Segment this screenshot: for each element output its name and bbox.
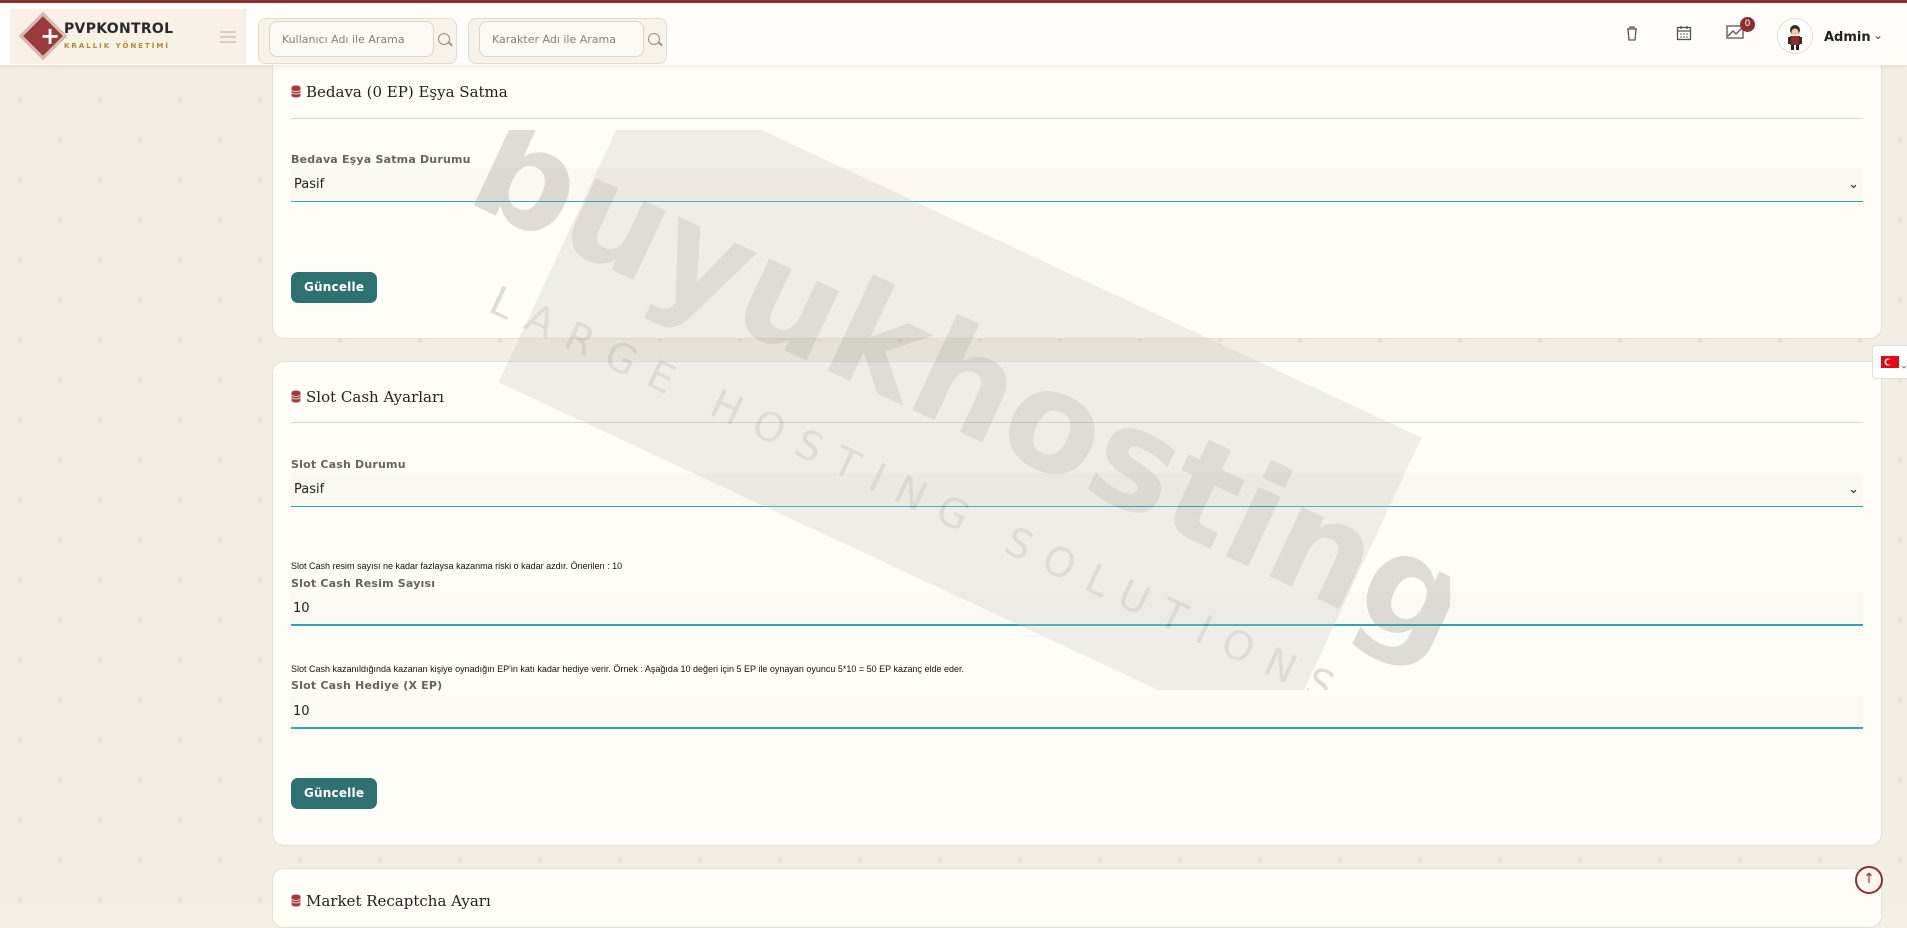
section-title: Slot Cash Ayarları — [291, 388, 444, 406]
database-icon — [291, 85, 301, 98]
top-navbar: + PVPKONTROL KRALLIK YÖNETİMİ Kullanıcı … — [0, 0, 1907, 65]
field-label: Bedava Eşya Satma Durumu — [291, 153, 471, 166]
menu-toggle-icon[interactable] — [220, 31, 236, 43]
update-button[interactable]: Güncelle — [291, 778, 378, 809]
slot-cash-card: Slot Cash Ayarları Slot Cash Durumu Pasi… — [272, 361, 1882, 846]
select-value: Pasif — [294, 177, 325, 192]
field-label: Slot Cash Hediye (X EP) — [291, 679, 443, 692]
section-title-text: Slot Cash Ayarları — [306, 388, 444, 406]
slot-cash-image-count-input[interactable]: 10 — [291, 592, 1863, 626]
hint-text: Slot Cash resim sayısı ne kadar fazlaysa… — [291, 561, 623, 571]
chevron-down-icon: ⌄ — [1848, 177, 1859, 192]
brand-area[interactable]: + PVPKONTROL KRALLIK YÖNETİMİ — [10, 9, 246, 64]
arrow-up-icon[interactable]: ↑ — [1855, 866, 1883, 894]
username-search-input[interactable]: Kullanıcı Adı ile Arama — [269, 21, 434, 57]
slot-cash-status-select[interactable]: Pasif ⌄ — [291, 473, 1863, 507]
chevron-down-icon: ⌄ — [1848, 482, 1859, 497]
field-label: Slot Cash Durumu — [291, 458, 406, 471]
calendar-icon[interactable] — [1675, 25, 1693, 43]
character-search-box: Karakter Adı ile Arama — [468, 18, 667, 64]
username-search-box: Kullanıcı Adı ile Arama — [258, 18, 457, 64]
language-switcher[interactable] — [1872, 345, 1907, 379]
update-button[interactable]: Güncelle — [291, 272, 378, 303]
chevron-down-icon[interactable]: ⌄ — [1873, 28, 1883, 42]
section-title-text: Bedava (0 EP) Eşya Satma — [306, 83, 508, 101]
slot-cash-gift-input[interactable]: 10 — [291, 695, 1863, 729]
flag-tr-icon — [1881, 356, 1907, 369]
brand-subtitle: KRALLIK YÖNETİMİ — [64, 42, 170, 50]
market-recaptcha-card: Market Recaptcha Ayarı — [272, 868, 1882, 928]
divider — [291, 422, 1863, 423]
section-title: Bedava (0 EP) Eşya Satma — [291, 83, 508, 101]
free-sell-status-select[interactable]: Pasif ⌄ — [291, 168, 1863, 202]
search-icon[interactable] — [648, 33, 660, 45]
trash-icon[interactable] — [1623, 25, 1641, 43]
search-icon[interactable] — [438, 33, 450, 45]
select-value: Pasif — [294, 482, 325, 497]
notification-badge: 0 — [1740, 17, 1755, 32]
divider — [291, 118, 1863, 119]
section-title: Market Recaptcha Ayarı — [291, 892, 491, 910]
avatar[interactable] — [1777, 18, 1813, 54]
section-title-text: Market Recaptcha Ayarı — [306, 892, 491, 910]
field-label: Slot Cash Resim Sayısı — [291, 577, 436, 590]
free-item-sell-card: Bedava (0 EP) Eşya Satma Bedava Eşya Sat… — [272, 55, 1882, 339]
hint-text: Slot Cash kazanıldığında kazanan kişiye … — [291, 664, 965, 674]
logo-plus-icon: + — [39, 22, 61, 50]
brand-title: PVPKONTROL — [64, 21, 174, 37]
character-search-input[interactable]: Karakter Adı ile Arama — [479, 21, 644, 57]
user-name[interactable]: Admin — [1824, 30, 1871, 45]
database-icon — [291, 894, 301, 907]
database-icon — [291, 390, 301, 403]
